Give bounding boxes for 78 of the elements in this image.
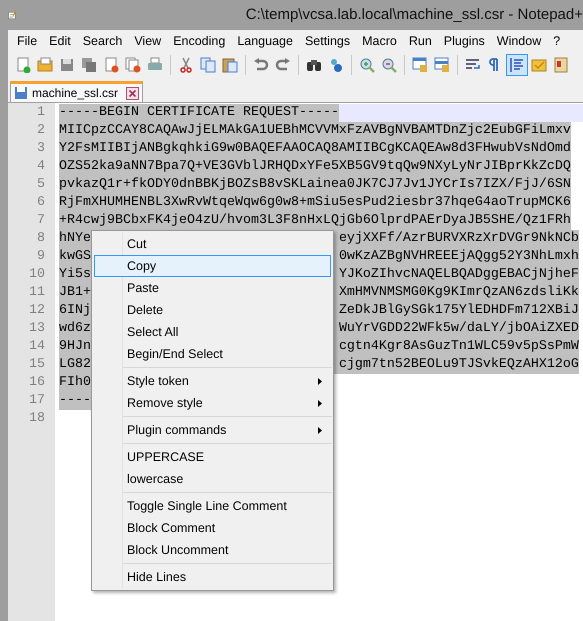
scissors-icon <box>178 57 194 73</box>
code-text: JB1+ <box>59 284 91 302</box>
menu-item[interactable]: Search <box>76 32 128 50</box>
context-menu-item[interactable]: Plugin commands <box>94 419 331 441</box>
context-menu-item[interactable]: Select All <box>94 321 331 343</box>
menu-item[interactable]: Run <box>402 32 438 50</box>
code-text: cgtn4Kgr8AsGuzTn1WLC59v5pSsPmW <box>338 338 579 356</box>
context-menu-item[interactable]: Toggle Single Line Comment <box>94 495 331 517</box>
submenu-arrow-icon <box>318 426 322 434</box>
code-text: XmHMVNMSMG0Kg9KImrQzAN6zdsliKk <box>338 284 579 302</box>
context-menu-item[interactable]: Hide Lines <box>94 566 331 588</box>
menu-item[interactable]: Settings <box>298 32 356 50</box>
context-menu-item[interactable]: Cut <box>94 233 331 255</box>
context-menu-item[interactable]: Copy <box>94 255 331 277</box>
menu-item[interactable]: Macro <box>356 32 403 50</box>
undo-icon <box>253 57 269 73</box>
code-text: eyjXXFf/AzrBURVXRzXrDVGr9NkNCb <box>338 230 579 248</box>
context-menu-item[interactable]: Remove style <box>94 392 331 414</box>
code-text: MIICpzCCAY8CAQAwJjELMAkGA1UEBhMCVVMxFzAVBgNVBAMTDnZjc2EubGFiLmxv <box>59 122 571 140</box>
menu-item[interactable]: View <box>128 32 168 50</box>
context-menu-item[interactable]: Block Uncomment <box>94 539 331 561</box>
code-text: ZeDkJBlGySGk175YlEDHDFm712XBiJ <box>338 302 579 320</box>
new-file-icon <box>15 57 31 73</box>
submenu-arrow-icon <box>318 400 322 406</box>
file-tab[interactable]: machine_ssl.csr <box>10 81 144 102</box>
menu-item[interactable]: Encoding <box>167 32 232 50</box>
context-menu-item[interactable]: Block Comment <box>94 517 331 539</box>
context-menu-item[interactable]: Begin/End Select <box>94 343 331 365</box>
tab-label: machine_ssl.csr <box>32 85 118 102</box>
code-text: cjgm7tn52BEOLu9TJSvkEQzAHX12oG <box>338 356 579 374</box>
code-text: LG82 <box>59 356 91 374</box>
indent-guide-button[interactable] <box>506 54 528 76</box>
code-text: pvkazQ1r+fkODY0dnBBKjBOZsB8vSKLainea0JK7CJ7Jv1JYCrIs7IZX/FjJ/6SN <box>59 176 571 194</box>
code-text: ---- <box>59 392 91 410</box>
code-text: Y2FsMIIBIjANBgkqhkiG9w0BAQEFAAOCAQ8AMIIBCgKCAQEAw8d3FHwubVsNdOmd <box>59 140 571 158</box>
menu-item[interactable]: Edit <box>43 32 77 50</box>
window-title: C:\temp\vcsa.lab.local\machine_ssl.csr - Notepad+ <box>246 4 583 25</box>
code-text: wd6z <box>59 320 91 338</box>
zoom-in-icon <box>359 57 375 73</box>
close-icon[interactable] <box>126 86 140 100</box>
context-menu-item[interactable]: Delete <box>94 299 331 321</box>
context-menu-item[interactable]: Paste <box>94 277 331 299</box>
indent-guide-icon <box>509 57 525 73</box>
floppy-disks-icon <box>81 57 97 73</box>
code-text: Yi5s <box>59 266 91 284</box>
code-text: 9HJn <box>59 338 91 356</box>
menu-item[interactable]: Window <box>490 32 548 50</box>
code-text: RjFmXHUMHENBL3XwRvWtqeWqw6g0w8+mSiu5esPud2iesbr37hqeG4aoTrupMCK6 <box>59 194 571 212</box>
close-all-icon <box>125 57 141 73</box>
printer-icon <box>147 57 163 73</box>
code-text: kwGS <box>59 248 91 266</box>
binoculars-icon <box>306 57 322 73</box>
menu-item[interactable]: ? <box>547 32 566 50</box>
zoom-out-icon <box>381 57 397 73</box>
code-text: WuYrVGDD22WFk5w/daLY/jbOAiZXED <box>338 320 579 338</box>
menu-item[interactable]: Plugins <box>438 32 491 50</box>
context-menu-item[interactable]: lowercase <box>94 468 331 490</box>
menu-item[interactable]: Language <box>231 32 299 50</box>
line-number: 1 <box>8 104 55 122</box>
window-lock-icon <box>412 57 428 73</box>
redo-icon <box>275 57 291 73</box>
context-menu-item[interactable]: Style token <box>94 370 331 392</box>
menu-item[interactable]: File <box>11 32 44 50</box>
code-text: FIh0 <box>59 374 91 392</box>
clipboard-icon <box>222 57 238 73</box>
context-menu-item[interactable]: UPPERCASE <box>94 446 331 468</box>
code-text: OZS52ka9aNN7Bpa7Q+VE3GVblJRHQDxYFe5XB5GV9tqQw9NXyLyNrJIBprKkZcDQ <box>59 158 571 176</box>
code-text: YJKoZIhvcNAQELBQADggEBACjNjheF <box>338 266 579 284</box>
code-text: +R4cwj9BCbxFK4jeO4zU/hvom3L3F8nHxLQjGb6OlprdPAErDyaJB5SHE/Qz1FRh <box>59 212 571 230</box>
code-text: 6INj <box>59 302 91 320</box>
code-text: hNYe <box>59 230 91 248</box>
close-file-icon <box>103 57 119 73</box>
copy-icon <box>200 57 216 73</box>
code-text: -----BEGIN CERTIFICATE REQUEST----- <box>59 104 339 122</box>
submenu-arrow-icon <box>318 378 322 384</box>
code-text: 0wKzAZBgNVHREEEjAQgg52Y3NhLmxh <box>338 248 579 266</box>
window-lock-icon <box>434 57 450 73</box>
folder-icon <box>37 57 53 73</box>
